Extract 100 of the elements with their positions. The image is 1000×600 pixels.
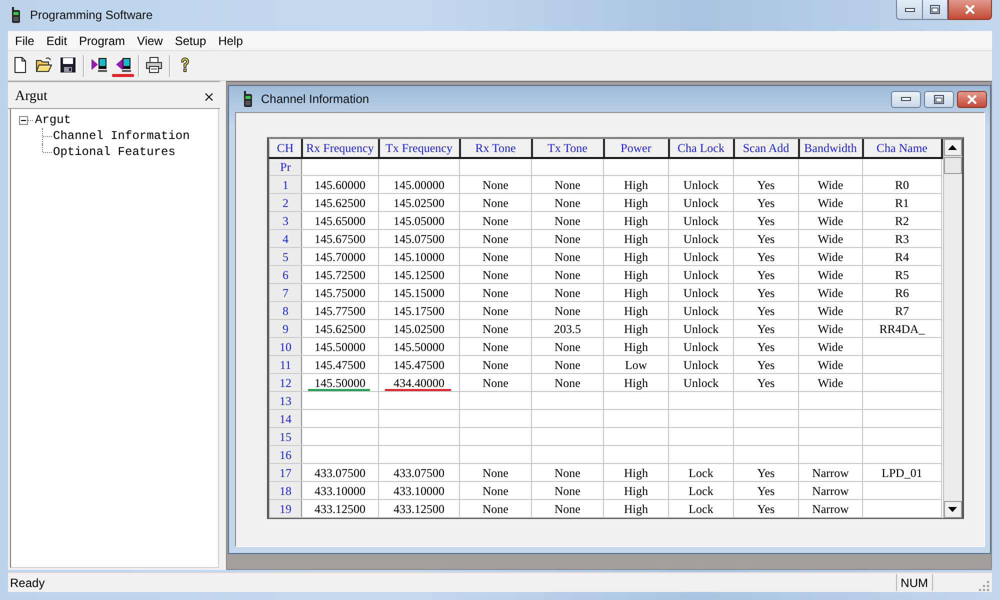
table-cell: Low xyxy=(604,356,668,374)
maximize-button[interactable] xyxy=(922,0,948,20)
status-text: Ready xyxy=(9,576,45,590)
menu-item[interactable]: Edit xyxy=(40,34,74,48)
table-cell: Wide xyxy=(798,338,862,356)
row-header[interactable]: 16 xyxy=(270,446,302,464)
table-cell: 145.05000 xyxy=(378,212,460,230)
table-cell: Yes xyxy=(734,284,798,302)
table-cell: 145.02500 xyxy=(378,194,460,212)
row-header[interactable]: 15 xyxy=(270,428,302,446)
close-button[interactable] xyxy=(957,90,987,108)
row-header[interactable]: 4 xyxy=(270,230,302,248)
table-cell: 145.00000 xyxy=(378,176,460,194)
row-header[interactable]: 1 xyxy=(270,176,302,194)
close-icon[interactable] xyxy=(205,93,213,101)
column-header[interactable]: Tx Frequency xyxy=(378,140,460,158)
table-cell: High xyxy=(604,212,668,230)
column-header[interactable]: Scan Add xyxy=(734,140,798,158)
table-cell: None xyxy=(532,356,604,374)
table-cell: Wide xyxy=(798,284,862,302)
row-header[interactable]: 10 xyxy=(270,338,302,356)
menu-item[interactable]: View xyxy=(131,34,169,48)
table-cell: None xyxy=(532,266,604,284)
row-header[interactable]: 9 xyxy=(270,320,302,338)
column-header[interactable]: CH xyxy=(270,140,302,158)
column-header[interactable]: Cha Name xyxy=(862,140,942,158)
table-cell: 433.07500 xyxy=(378,464,460,482)
row-header[interactable]: 11 xyxy=(270,356,302,374)
menu-item[interactable]: Help xyxy=(212,34,249,48)
table-cell: Yes xyxy=(734,482,798,500)
collapse-icon[interactable] xyxy=(19,116,28,124)
row-header[interactable]: 8 xyxy=(270,302,302,320)
scroll-up-button[interactable] xyxy=(944,139,962,156)
row-header[interactable]: 18 xyxy=(270,482,302,500)
table-cell: Wide xyxy=(798,302,862,320)
table-cell: Wide xyxy=(798,176,862,194)
table-cell: Wide xyxy=(798,320,862,338)
table-cell: Yes xyxy=(734,212,798,230)
column-header[interactable]: Cha Lock xyxy=(668,140,734,158)
maximize-button[interactable] xyxy=(924,90,954,108)
column-header[interactable]: Bandwidth xyxy=(798,140,862,158)
table-cell: Wide xyxy=(798,374,862,392)
table-cell: R5 xyxy=(862,266,942,284)
table-cell: None xyxy=(532,374,604,392)
tree-item[interactable]: Argut xyxy=(35,112,72,128)
table-cell: None xyxy=(532,482,604,500)
scroll-down-button[interactable] xyxy=(944,501,962,518)
scroll-thumb[interactable] xyxy=(944,157,962,174)
table-cell: 145.10000 xyxy=(378,248,460,266)
menu-item[interactable]: File xyxy=(9,34,40,48)
row-header[interactable]: 5 xyxy=(270,248,302,266)
window-title: Channel Information xyxy=(261,92,370,106)
table-cell: None xyxy=(532,212,604,230)
table-cell: High xyxy=(604,482,668,500)
row-header[interactable]: 7 xyxy=(270,284,302,302)
close-icon xyxy=(967,94,977,104)
table-cell: 145.17500 xyxy=(378,302,460,320)
table-cell: Unlock xyxy=(668,338,734,356)
row-header[interactable]: 19 xyxy=(270,500,302,518)
table-cell: High xyxy=(604,176,668,194)
column-header[interactable]: Power xyxy=(604,140,668,158)
minimize-button[interactable] xyxy=(896,0,922,20)
menu-item[interactable]: Setup xyxy=(168,34,212,48)
column-header[interactable]: Rx Frequency xyxy=(302,140,378,158)
table-cell: R3 xyxy=(862,230,942,248)
table-cell: 145.50000 xyxy=(302,338,378,356)
triangle-up-icon xyxy=(948,145,957,150)
table-cell: Wide xyxy=(798,230,862,248)
table-cell: Yes xyxy=(734,302,798,320)
table-cell: 145.12500 xyxy=(378,266,460,284)
column-header[interactable]: Rx Tone xyxy=(460,140,532,158)
table-cell: R7 xyxy=(862,302,942,320)
table-cell: Unlock xyxy=(668,176,734,194)
row-header[interactable]: 6 xyxy=(270,266,302,284)
row-header[interactable]: 2 xyxy=(270,194,302,212)
table-cell: High xyxy=(604,266,668,284)
triangle-down-icon xyxy=(948,507,957,512)
table-cell: 434.40000 xyxy=(394,376,444,390)
row-header[interactable]: 13 xyxy=(270,392,302,410)
close-button[interactable] xyxy=(948,0,992,20)
table-cell: Wide xyxy=(798,194,862,212)
column-header[interactable]: Tx Tone xyxy=(532,140,604,158)
row-header[interactable]: 12 xyxy=(270,374,302,392)
table-cell: LPD_01 xyxy=(862,464,942,482)
table-cell: None xyxy=(532,194,604,212)
row-header[interactable]: 17 xyxy=(270,464,302,482)
row-header[interactable]: 3 xyxy=(270,212,302,230)
tree-item[interactable]: Channel Information xyxy=(53,128,190,144)
row-header[interactable]: 14 xyxy=(270,410,302,428)
scrollbar[interactable] xyxy=(942,139,962,518)
resize-grip-icon[interactable] xyxy=(978,580,990,592)
tree-item[interactable]: Optional Features xyxy=(53,144,176,160)
table-cell: Unlock xyxy=(668,230,734,248)
menu-item[interactable]: Program xyxy=(73,34,132,48)
minimize-button[interactable] xyxy=(891,90,921,108)
table-cell: R1 xyxy=(862,194,942,212)
table-cell: None xyxy=(460,248,532,266)
table-cell: Unlock xyxy=(668,374,734,392)
table-cell: High xyxy=(604,230,668,248)
table-cell: Narrow xyxy=(798,464,862,482)
